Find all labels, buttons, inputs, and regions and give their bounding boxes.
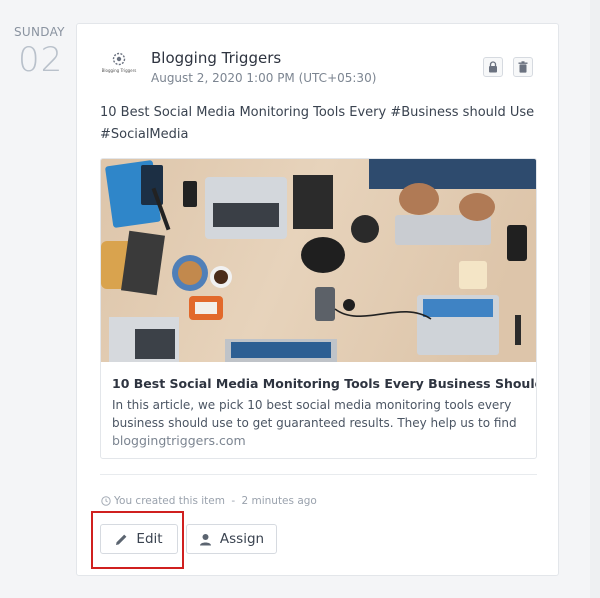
preview-image: [101, 159, 536, 362]
calendar-date-column: SUNDAY 02: [0, 0, 76, 598]
preview-title: 10 Best Social Media Monitoring Tools Ev…: [112, 376, 537, 391]
created-meta: You created this item - 2 minutes ago: [101, 495, 317, 507]
edit-label: Edit: [136, 531, 163, 547]
trash-icon: [518, 61, 528, 73]
lock-icon: [489, 61, 497, 73]
author-logo: Blogging Triggers: [99, 52, 139, 78]
delete-button[interactable]: [513, 57, 533, 77]
scroll-edge: [590, 0, 600, 598]
assign-label: Assign: [219, 531, 265, 547]
clock-icon: [101, 496, 111, 506]
post-text: 10 Best Social Media Monitoring Tools Ev…: [100, 105, 535, 142]
post-datetime: August 2, 2020 1:00 PM (UTC+05:30): [151, 71, 377, 85]
edit-button[interactable]: Edit: [100, 524, 178, 554]
created-text: You created this item: [114, 495, 225, 507]
day-number: 02: [18, 40, 64, 80]
lock-button[interactable]: [483, 57, 503, 77]
author-name[interactable]: Blogging Triggers: [151, 49, 281, 67]
link-preview[interactable]: 10 Best Social Media Monitoring Tools Ev…: [100, 158, 537, 459]
user-icon: [199, 533, 211, 545]
preview-domain: bloggingtriggers.com: [112, 433, 246, 448]
logo-mark-icon: [112, 52, 126, 66]
divider: [100, 474, 537, 475]
logo-text: Blogging Triggers: [101, 68, 137, 73]
day-name: SUNDAY: [14, 25, 65, 39]
assign-button[interactable]: Assign: [186, 524, 277, 554]
post-card: Blogging Triggers Blogging Triggers Augu…: [76, 23, 559, 576]
pencil-icon: [116, 534, 127, 545]
created-time: 2 minutes ago: [241, 495, 317, 507]
meta-separator: -: [228, 495, 239, 507]
preview-description: In this article, we pick 10 best social …: [112, 398, 517, 430]
